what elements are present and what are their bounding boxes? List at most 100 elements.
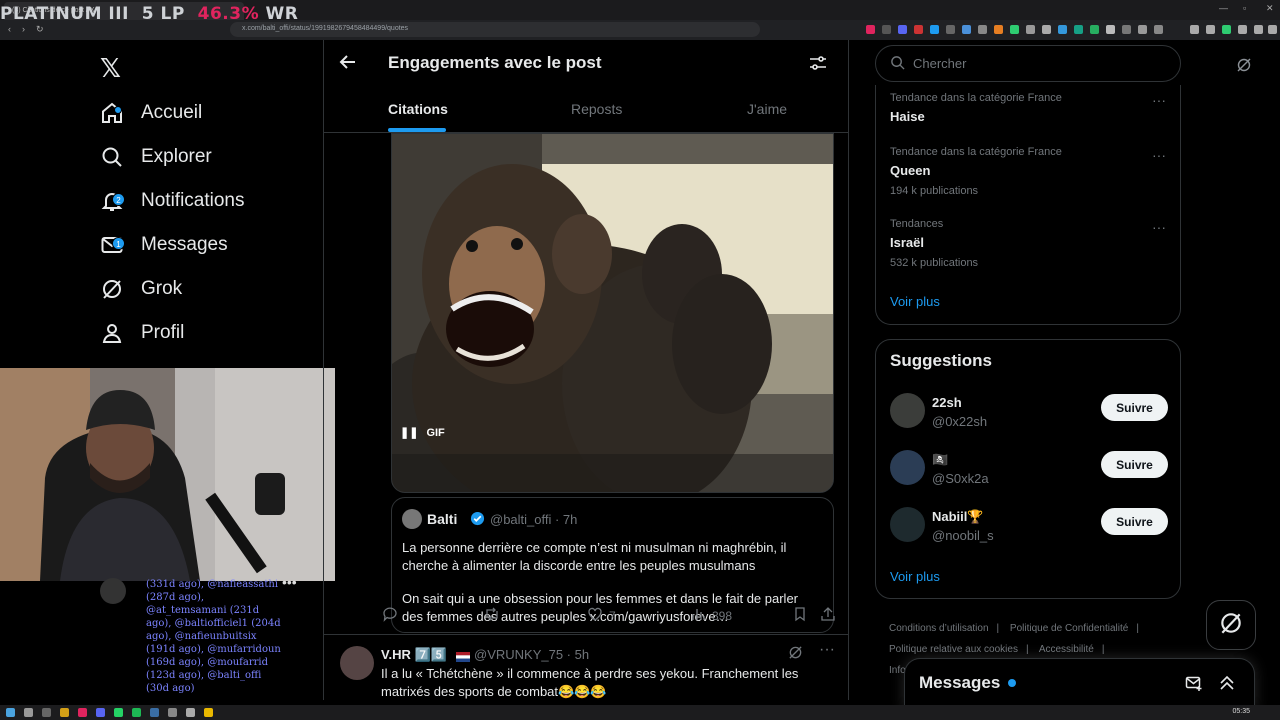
extension-icon[interactable] xyxy=(946,25,955,34)
like-button[interactable]: 7 xyxy=(587,606,616,625)
avatar[interactable] xyxy=(890,450,925,485)
extension-icon[interactable] xyxy=(1122,25,1131,34)
folder-icon[interactable] xyxy=(60,708,69,717)
extension-icon[interactable] xyxy=(1106,25,1115,34)
menu-icon[interactable] xyxy=(1268,25,1277,34)
shield-icon[interactable] xyxy=(1254,25,1263,34)
nav-item-grok[interactable]: Grok xyxy=(100,269,182,309)
app-icon[interactable] xyxy=(204,708,213,717)
extension-icon[interactable] xyxy=(930,25,939,34)
trend-item[interactable]: Tendance dans la catégorie France Haise xyxy=(890,92,1062,124)
more-icon[interactable]: ••• xyxy=(282,574,297,590)
nav-item-explore[interactable]: Explorer xyxy=(100,137,212,177)
windows-start-icon[interactable] xyxy=(6,708,15,717)
gif-media[interactable]: ❚❚ GIF xyxy=(391,133,834,493)
trend-item[interactable]: Tendance dans la catégorie France Queen … xyxy=(890,146,1062,197)
suggested-user[interactable]: Nabiil🏆 @noobil_s Suivre xyxy=(890,505,1170,545)
app-icon[interactable] xyxy=(96,708,105,717)
show-more-link[interactable]: Voir plus xyxy=(890,294,940,309)
extension-icon[interactable] xyxy=(962,25,971,34)
tab-reposts[interactable]: Reposts xyxy=(571,101,622,117)
app-icon[interactable] xyxy=(186,708,195,717)
repost-button[interactable] xyxy=(484,606,500,625)
extension-icon[interactable] xyxy=(978,25,987,34)
bookmark-button[interactable] xyxy=(792,606,808,625)
more-icon[interactable]: ··· xyxy=(1152,147,1166,163)
reload-icon[interactable]: ↻ xyxy=(36,24,44,35)
messages-drawer[interactable]: Messages xyxy=(904,658,1255,710)
author-handle[interactable]: @balti_offi · 7h xyxy=(490,512,577,527)
extension-icon[interactable] xyxy=(1154,25,1163,34)
app-icon[interactable] xyxy=(150,708,159,717)
extension-icon[interactable] xyxy=(914,25,923,34)
suggested-user[interactable]: 22sh @0x22sh Suivre xyxy=(890,391,1170,431)
extension-icon[interactable] xyxy=(1090,25,1099,34)
author-handle[interactable]: @VRUNKY_75 · 5h xyxy=(474,647,589,662)
nav-item-home[interactable]: Accueil xyxy=(100,93,202,133)
maximize-icon[interactable]: ▫ xyxy=(1243,3,1246,13)
show-more-link[interactable]: Voir plus xyxy=(890,569,940,584)
task-view-icon[interactable] xyxy=(42,708,51,717)
back-nav-icon[interactable]: ‹ xyxy=(8,24,11,34)
x-logo-icon[interactable]: 𝕏 xyxy=(100,54,121,84)
extension-icon[interactable] xyxy=(1026,25,1035,34)
chevron-up-icon[interactable] xyxy=(1218,674,1236,692)
back-arrow-icon[interactable] xyxy=(338,52,358,72)
more-icon[interactable]: ··· xyxy=(1152,219,1166,235)
extension-icon[interactable] xyxy=(994,25,1003,34)
close-icon[interactable]: ✕ xyxy=(1266,3,1274,14)
sidebar-icon[interactable] xyxy=(1206,25,1215,34)
follow-button[interactable]: Suivre xyxy=(1101,394,1168,421)
reply-button[interactable] xyxy=(382,606,398,625)
avatar[interactable] xyxy=(890,393,925,428)
footer-link[interactable]: Politique de Confidentialité xyxy=(1010,623,1128,634)
extension-icon[interactable] xyxy=(1058,25,1067,34)
suggested-user[interactable]: 🏴‍☠️ @S0xk2a Suivre xyxy=(890,448,1170,488)
address-bar[interactable]: x.com/balti_offi/status/1991982679458484… xyxy=(230,22,760,37)
tab-citations[interactable]: Citations xyxy=(388,101,448,117)
extension-icon[interactable] xyxy=(1238,25,1247,34)
footer-link[interactable]: Politique relative aux cookies xyxy=(889,644,1018,655)
search-input[interactable]: Chercher xyxy=(875,45,1181,82)
nav-item-messages[interactable]: 1 Messages xyxy=(100,225,228,265)
author-name[interactable]: V.HR 7️⃣5️⃣ xyxy=(381,647,447,663)
extension-icon[interactable] xyxy=(898,25,907,34)
new-message-icon[interactable] xyxy=(1185,674,1203,692)
extension-icon[interactable] xyxy=(882,25,891,34)
extension-icon[interactable] xyxy=(1074,25,1083,34)
nav-item-notifications[interactable]: 2 Notifications xyxy=(100,181,245,221)
avatar[interactable] xyxy=(402,509,422,529)
forward-nav-icon[interactable]: › xyxy=(22,24,25,34)
extension-icon[interactable] xyxy=(1138,25,1147,34)
reply-post[interactable]: V.HR 7️⃣5️⃣ @VRUNKY_75 · 5h ··· Il a lu … xyxy=(324,634,848,700)
footer-link[interactable]: Accessibilité xyxy=(1039,644,1094,655)
app-icon[interactable] xyxy=(132,708,141,717)
pause-icon[interactable]: ❚❚ xyxy=(400,426,418,439)
more-icon[interactable]: ··· xyxy=(819,641,835,659)
footer-link[interactable]: Conditions d’utilisation xyxy=(889,623,989,634)
avatar[interactable] xyxy=(890,507,925,542)
grok-icon[interactable] xyxy=(1236,57,1252,73)
follow-button[interactable]: Suivre xyxy=(1101,451,1168,478)
trend-item[interactable]: Tendances Israël 532 k publications xyxy=(890,218,978,269)
search-icon[interactable] xyxy=(24,708,33,717)
follow-button[interactable]: Suivre xyxy=(1101,508,1168,535)
share-button[interactable] xyxy=(820,606,836,625)
extension-icon[interactable] xyxy=(866,25,875,34)
extension-icon[interactable] xyxy=(1042,25,1051,34)
download-icon[interactable] xyxy=(1190,25,1199,34)
minimize-icon[interactable]: — xyxy=(1219,3,1228,13)
app-icon[interactable] xyxy=(114,708,123,717)
grok-floating-button[interactable] xyxy=(1206,600,1256,650)
author-name[interactable]: Balti xyxy=(427,511,457,527)
browser-icon[interactable] xyxy=(78,708,87,717)
grok-icon[interactable] xyxy=(788,645,803,660)
app-icon[interactable] xyxy=(168,708,177,717)
extension-icon[interactable] xyxy=(1010,25,1019,34)
avatar[interactable] xyxy=(340,646,374,680)
tab-likes[interactable]: J'aime xyxy=(747,101,787,117)
profile-icon[interactable] xyxy=(1222,25,1231,34)
sliders-icon[interactable] xyxy=(808,53,828,73)
nav-item-profile[interactable]: Profil xyxy=(100,313,184,353)
views-button[interactable]: 398 xyxy=(690,606,732,625)
